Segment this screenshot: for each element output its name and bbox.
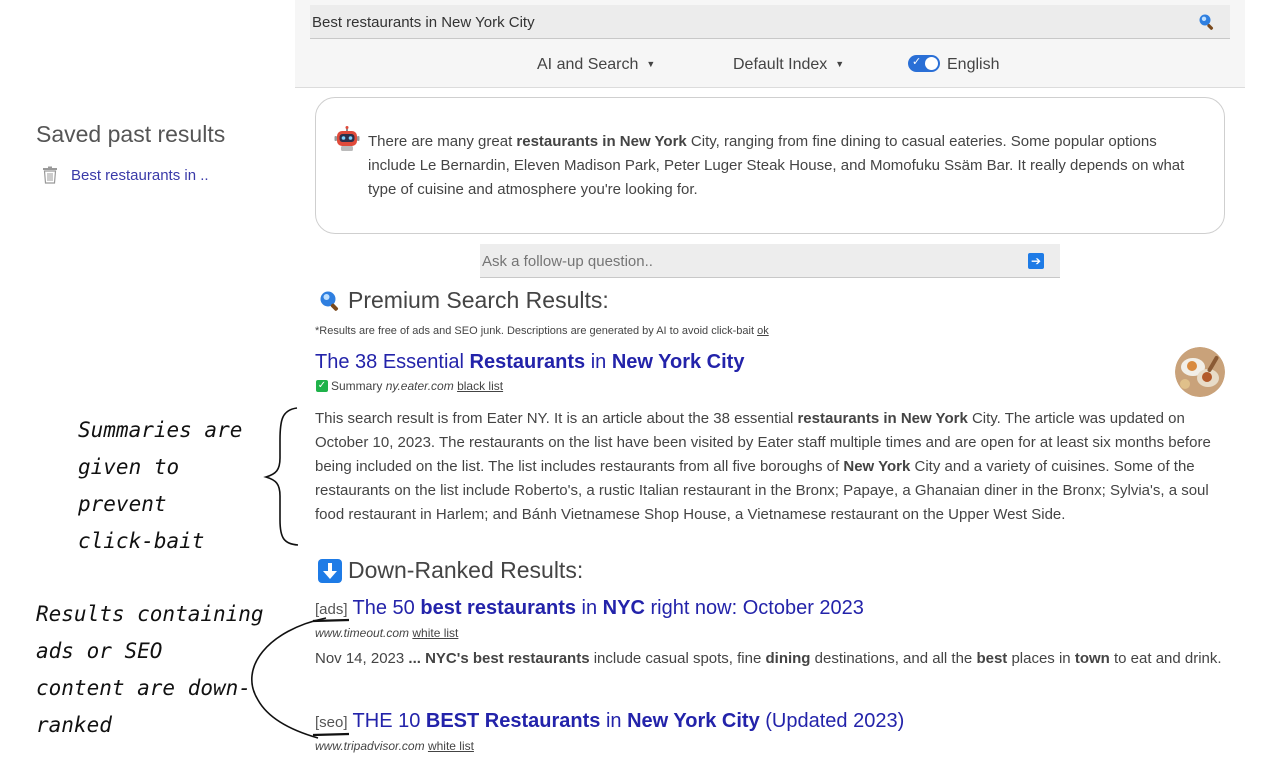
annotation-strokes [251,407,350,739]
ads-tag-underline [312,618,350,623]
curved-arrow-stroke [251,617,327,739]
seo-tag-underline [312,732,350,737]
curly-brace-stroke [263,407,299,546]
